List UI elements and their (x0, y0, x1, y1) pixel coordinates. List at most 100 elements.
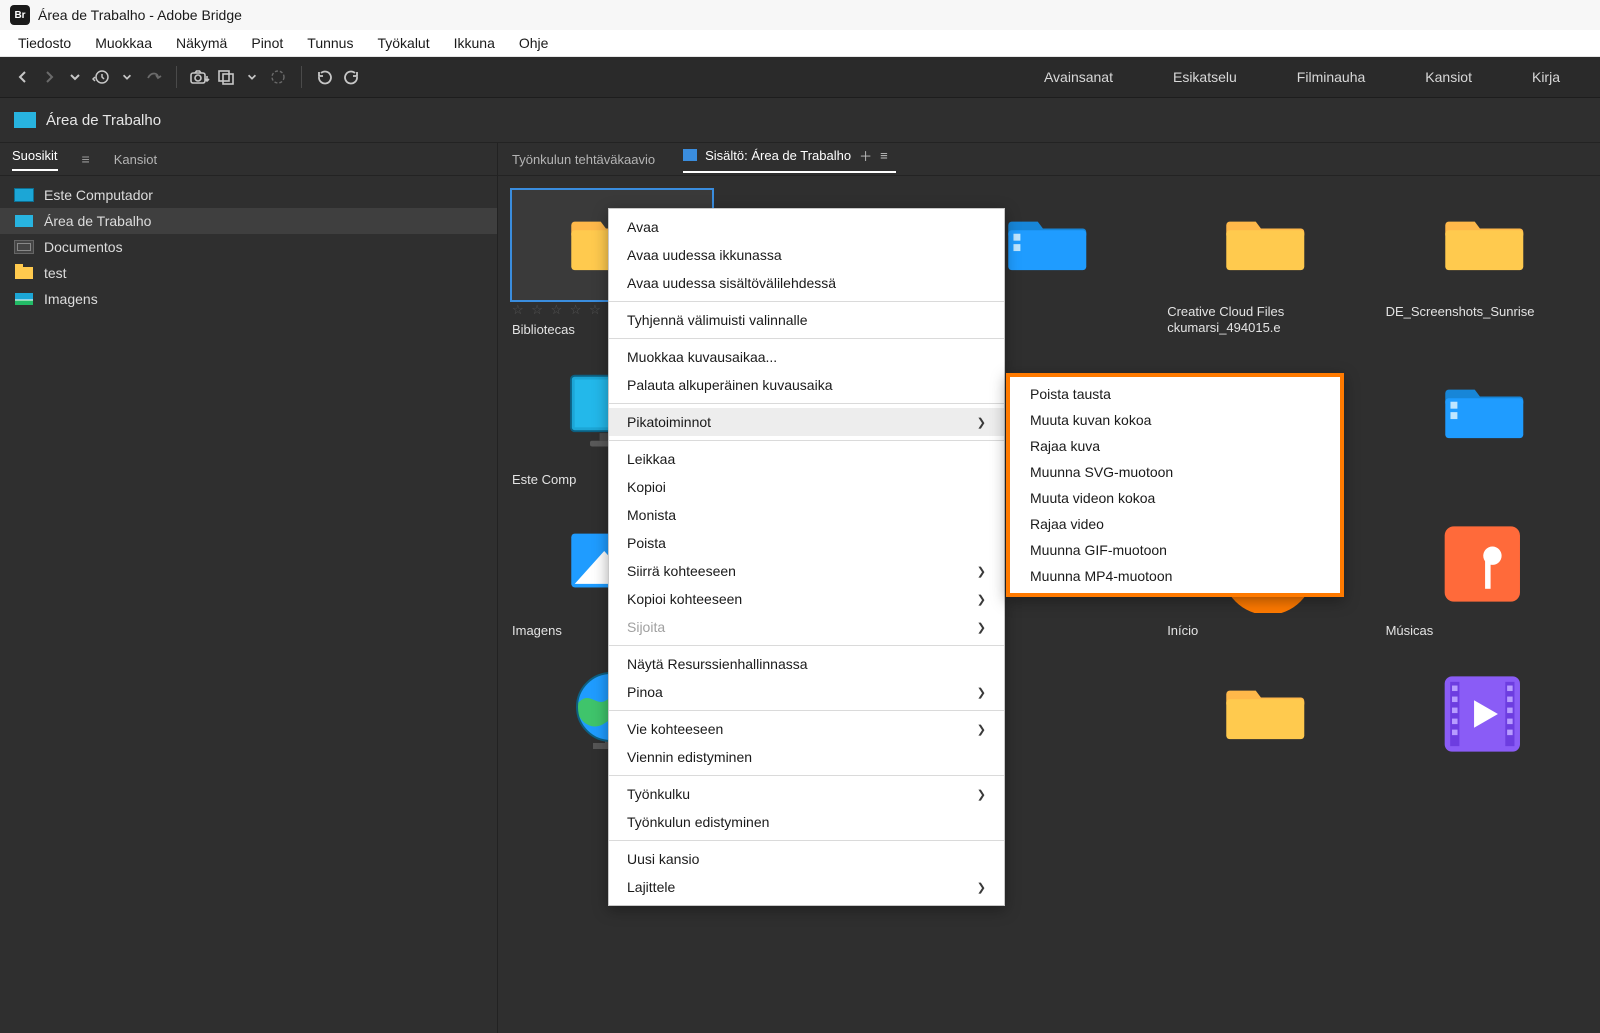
context-menu-separator (609, 403, 1004, 404)
context-menu-item-label: Kopioi (627, 479, 666, 495)
menu-tunnus[interactable]: Tunnus (295, 32, 365, 54)
context-menu-item[interactable]: Työnkulun edistyminen (609, 808, 1004, 836)
context-menu-separator (609, 440, 1004, 441)
tab-content[interactable]: Sisältö: Área de Trabalho ＋ ≡ (683, 146, 896, 173)
context-menu-item-label: Tyhjennä välimuisti valinnalle (627, 312, 808, 328)
context-menu-item[interactable]: Lajittele❯ (609, 873, 1004, 901)
folder-icon (14, 266, 34, 280)
context-menu-item[interactable]: Työnkulku❯ (609, 780, 1004, 808)
context-menu-item[interactable]: Muokkaa kuvausaikaa... (609, 343, 1004, 371)
context-menu-item[interactable]: Pikatoiminnot ❯ (609, 408, 1004, 436)
context-submenu-item[interactable]: Muuta videon kokoa (1010, 485, 1340, 511)
context-menu-separator (609, 645, 1004, 646)
context-menu-item[interactable]: Avaa (609, 213, 1004, 241)
context-submenu-item[interactable]: Poista tausta (1010, 381, 1340, 407)
rotate-cw-icon[interactable] (338, 64, 364, 90)
batch-icon[interactable] (213, 64, 239, 90)
grid-item[interactable] (1386, 358, 1586, 488)
app-badge-icon: Br (10, 5, 30, 25)
grid-item[interactable]: Creative Cloud Files ckumarsi_494015.e (1167, 190, 1367, 338)
thumbnail[interactable] (1167, 659, 1367, 769)
menu-ohje[interactable]: Ohje (507, 32, 561, 54)
tab-suosikit[interactable]: Suosikit (12, 148, 58, 171)
context-submenu-item[interactable]: Rajaa video (1010, 511, 1340, 537)
context-menu-item[interactable]: Vie kohteeseen❯ (609, 715, 1004, 743)
context-submenu-item[interactable]: Muuta kuvan kokoa (1010, 407, 1340, 433)
workspace-kansiot[interactable]: Kansiot (1425, 69, 1472, 85)
tab-options-icon[interactable]: ≡ (880, 148, 888, 163)
context-menu-item[interactable]: Monista (609, 501, 1004, 529)
context-menu-item[interactable]: Viennin edistyminen (609, 743, 1004, 771)
context-submenu-item[interactable]: Muunna GIF-muotoon (1010, 537, 1340, 563)
nav-forward-icon[interactable] (36, 64, 62, 90)
context-menu-item[interactable]: Avaa uudessa ikkunassa (609, 241, 1004, 269)
fav-este-computador[interactable]: Este Computador (0, 182, 497, 208)
context-menu-separator (609, 710, 1004, 711)
thumbnail[interactable] (1386, 509, 1586, 619)
history-icon[interactable] (88, 64, 114, 90)
left-pane-options-icon[interactable]: ≡ (82, 151, 90, 167)
context-menu-item[interactable]: Kopioi kohteeseen ❯ (609, 585, 1004, 613)
context-menu-item-label: Palauta alkuperäinen kuvausaika (627, 377, 832, 393)
workspace-filminauha[interactable]: Filminauha (1297, 69, 1365, 85)
context-menu-item-label: Kopioi kohteeseen (627, 591, 742, 607)
tab-kansiot[interactable]: Kansiot (114, 152, 157, 167)
workspace-esikatselu[interactable]: Esikatselu (1173, 69, 1237, 85)
fav-area-de-trabalho[interactable]: Área de Trabalho (0, 208, 497, 234)
path-label[interactable]: Área de Trabalho (46, 112, 161, 129)
context-menu-item[interactable]: Pinoa❯ (609, 678, 1004, 706)
nav-recent-dropdown-icon[interactable] (62, 64, 88, 90)
submenu-arrow-icon: ❯ (977, 416, 986, 429)
context-submenu-item[interactable]: Muunna SVG-muotoon (1010, 459, 1340, 485)
nav-back-icon[interactable] (10, 64, 36, 90)
menu-pinot[interactable]: Pinot (239, 32, 295, 54)
menu-nakyma[interactable]: Näkymä (164, 32, 239, 54)
history-dropdown-icon[interactable] (114, 64, 140, 90)
grid-item[interactable]: Músicas (1386, 509, 1586, 639)
path-folder-icon (14, 112, 36, 128)
context-submenu-item-label: Muunna SVG-muotoon (1030, 464, 1173, 480)
fav-documentos[interactable]: Documentos (0, 234, 497, 260)
grid-item[interactable] (1386, 659, 1586, 773)
submenu-arrow-icon: ❯ (977, 723, 986, 736)
submenu-arrow-icon: ❯ (977, 565, 986, 578)
context-submenu-pikatoiminnot[interactable]: Poista taustaMuuta kuvan kokoaRajaa kuva… (1006, 373, 1344, 597)
menu-tyokalut[interactable]: Työkalut (365, 32, 441, 54)
thumbnail[interactable] (1386, 659, 1586, 769)
thumbnail[interactable] (1386, 190, 1586, 300)
menu-tiedosto[interactable]: Tiedosto (6, 32, 83, 54)
batch-dropdown-icon[interactable] (239, 64, 265, 90)
context-submenu-item[interactable]: Rajaa kuva (1010, 433, 1340, 459)
context-menu-item[interactable]: Siirrä kohteeseen❯ (609, 557, 1004, 585)
workspace-kirja[interactable]: Kirja (1532, 69, 1560, 85)
context-menu[interactable]: AvaaAvaa uudessa ikkunassaAvaa uudessa s… (608, 208, 1005, 906)
grid-item[interactable]: DE_Screenshots_Sunrise (1386, 190, 1586, 338)
context-submenu-item[interactable]: Muunna MP4-muotoon (1010, 563, 1340, 589)
submenu-arrow-icon: ❯ (977, 593, 986, 606)
fav-imagens[interactable]: Imagens (0, 286, 497, 312)
thumbnail[interactable] (1167, 190, 1367, 300)
context-menu-item[interactable]: Leikkaa (609, 445, 1004, 473)
context-menu-item[interactable]: Poista (609, 529, 1004, 557)
context-menu-item[interactable]: Uusi kansio (609, 845, 1004, 873)
rotate-ccw-icon[interactable] (312, 64, 338, 90)
workspace-avainsanat[interactable]: Avainsanat (1044, 69, 1113, 85)
camera-download-icon[interactable] (187, 64, 213, 90)
grid-item[interactable] (1167, 659, 1367, 773)
thumbnail[interactable] (1386, 358, 1586, 468)
context-menu-separator (609, 338, 1004, 339)
menu-muokkaa[interactable]: Muokkaa (83, 32, 164, 54)
refresh-circle-icon[interactable] (265, 64, 291, 90)
context-menu-item-label: Työnkulun edistyminen (627, 814, 769, 830)
menu-ikkuna[interactable]: Ikkuna (442, 32, 507, 54)
context-menu-item[interactable]: Palauta alkuperäinen kuvausaika (609, 371, 1004, 399)
tab-workflow[interactable]: Työnkulun tehtäväkaavio (512, 152, 655, 167)
context-menu-item[interactable]: Tyhjennä välimuisti valinnalle (609, 306, 1004, 334)
context-menu-item-label: Pikatoiminnot (627, 414, 711, 430)
add-tab-icon[interactable]: ＋ (859, 146, 872, 165)
fav-test[interactable]: test (0, 260, 497, 286)
boomerang-icon[interactable] (140, 64, 166, 90)
context-menu-item[interactable]: Kopioi (609, 473, 1004, 501)
context-menu-item[interactable]: Avaa uudessa sisältövälilehdessä (609, 269, 1004, 297)
context-menu-item[interactable]: Näytä Resurssienhallinnassa (609, 650, 1004, 678)
